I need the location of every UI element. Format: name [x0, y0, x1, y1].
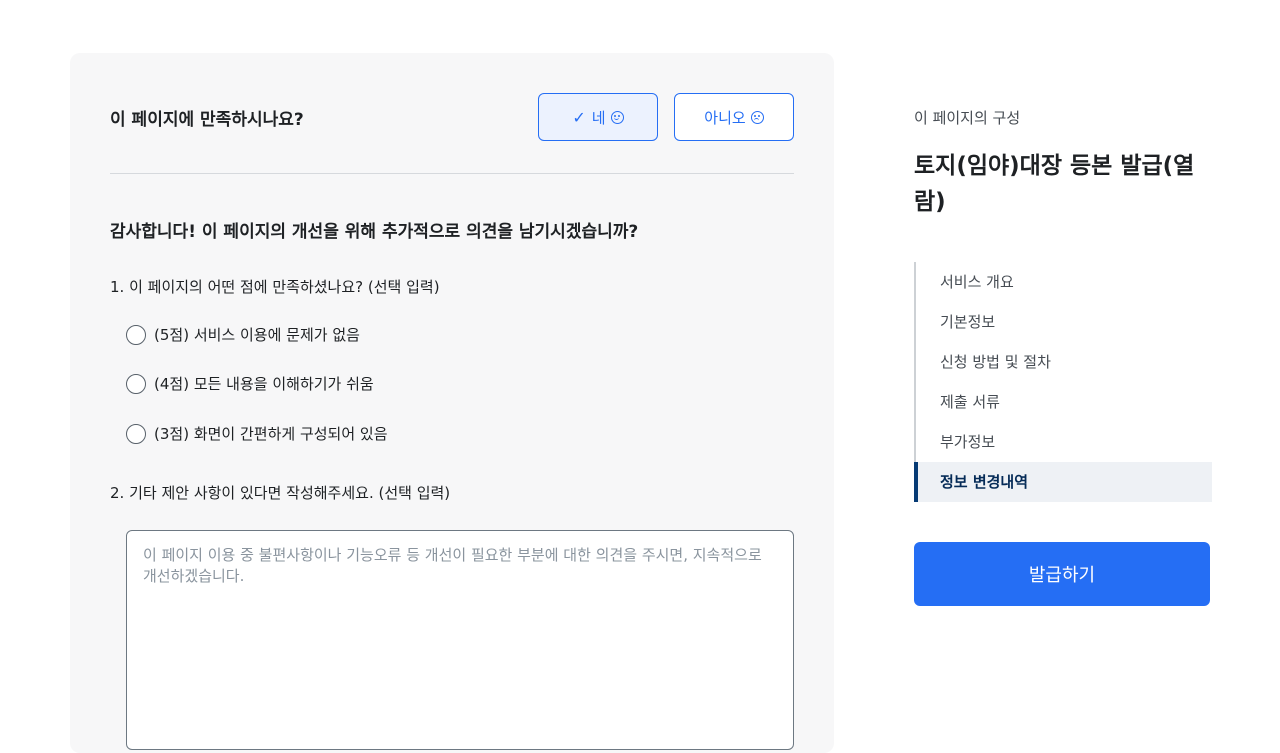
toc-item-service-overview[interactable]: 서비스 개요: [916, 262, 1212, 302]
yes-button[interactable]: ✓ 네: [538, 93, 658, 141]
table-of-contents: 서비스 개요 기본정보 신청 방법 및 절차 제출 서류 부가정보 정보 변경내…: [914, 262, 1212, 502]
issue-button[interactable]: 발급하기: [914, 542, 1210, 606]
radio-button[interactable]: [126, 423, 146, 444]
option-label: (3점) 화면이 간편하게 구성되어 있음: [154, 425, 388, 443]
question-1: 1. 이 페이지의 어떤 점에 만족하셨나요? (선택 입력): [110, 278, 440, 296]
no-label: 아니오: [704, 108, 746, 127]
survey-question: 이 페이지에 만족하시나요?: [110, 110, 304, 130]
divider: [110, 173, 794, 174]
toc-item-documents[interactable]: 제출 서류: [916, 382, 1212, 422]
yes-label: 네: [591, 108, 606, 127]
check-icon: ✓: [572, 107, 586, 127]
option-3-points[interactable]: (3점) 화면이 간편하게 구성되어 있음: [126, 423, 388, 444]
radio-button[interactable]: [126, 324, 146, 345]
radio-button[interactable]: [126, 373, 146, 394]
satisfaction-survey: 이 페이지에 만족하시나요? ✓ 네 아니오 감사합니다! 이 페이지의 개선을…: [70, 53, 834, 753]
toc-item-basic-info[interactable]: 기본정보: [916, 302, 1212, 342]
option-label: (5점) 서비스 이용에 문제가 없음: [154, 326, 360, 344]
toc-item-change-history[interactable]: 정보 변경내역: [914, 462, 1212, 502]
frown-icon: [750, 110, 764, 124]
option-4-points[interactable]: (4점) 모든 내용을 이해하기가 쉬움: [126, 373, 374, 394]
toc-item-additional-info[interactable]: 부가정보: [916, 422, 1212, 462]
comment-textarea[interactable]: [126, 530, 794, 750]
toc-item-application-method[interactable]: 신청 방법 및 절차: [916, 342, 1212, 382]
option-5-points[interactable]: (5점) 서비스 이용에 문제가 없음: [126, 324, 360, 345]
page-title: 토지(임야)대장 등본 발급(열람): [914, 153, 1195, 215]
option-label: (4점) 모든 내용을 이해하기가 쉬움: [154, 375, 374, 393]
no-button[interactable]: 아니오: [674, 93, 794, 141]
smile-icon: [610, 110, 624, 124]
question-2: 2. 기타 제안 사항이 있다면 작성해주세요. (선택 입력): [110, 484, 451, 502]
follow-up-heading: 감사합니다! 이 페이지의 개선을 위해 추가적으로 의견을 남기시겠습니까?: [110, 222, 639, 242]
toc-caption: 이 페이지의 구성: [914, 109, 1021, 127]
